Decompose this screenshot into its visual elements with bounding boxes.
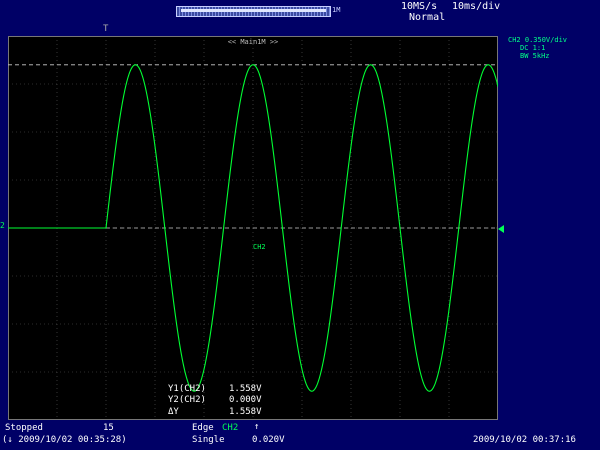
cursor-y2-value: 0.000V	[229, 395, 262, 405]
cursor-dy-value: 1.558V	[229, 407, 262, 417]
cursor-y1-label: Y1(CH2)	[168, 384, 206, 394]
acquisition-count: 15	[103, 423, 114, 433]
trigger-mode[interactable]: Single	[192, 436, 225, 445]
cursor-y1-value: 1.558V	[229, 384, 262, 394]
trigger-type[interactable]: Edge	[192, 424, 214, 433]
channel-info-panel[interactable]: CH2 0.350V/div DC 1:1 BW 5kHz	[508, 36, 567, 60]
trigger-level[interactable]: 0.020V	[252, 436, 285, 445]
memory-window-indicator	[181, 9, 326, 12]
trigger-position-marker[interactable]: T	[103, 25, 108, 34]
run-state[interactable]: Stopped	[5, 424, 43, 433]
status-bar: Stopped 15 Edge CH2 ↑ (↓ 2009/10/02 00:3…	[0, 422, 600, 450]
start-timestamp: (↓ 2009/10/02 00:35:28)	[2, 435, 127, 445]
sample-rate: 10MS/s	[401, 1, 438, 12]
channel-coupling: DC 1:1	[520, 44, 546, 52]
acquisition-mode[interactable]: Normal	[409, 13, 445, 23]
trace-channel-label: CH2	[253, 243, 266, 251]
time-per-division[interactable]: 10ms/div	[452, 2, 500, 12]
cursor-dy-label: ΔY	[168, 407, 179, 417]
channel-scale: CH2 0.350V/div	[508, 36, 568, 44]
trigger-slope-icon[interactable]: ↑	[254, 423, 259, 432]
memory-position-bar[interactable]	[176, 6, 331, 17]
waveform-display[interactable]: << Main1M >> CH2	[8, 36, 498, 420]
trigger-source[interactable]: CH2	[222, 424, 238, 433]
channel-bandwidth: BW 5kHz	[520, 52, 550, 60]
zoom-label: << Main1M >>	[228, 38, 279, 46]
trigger-level-marker[interactable]	[498, 225, 504, 233]
channel-ground-marker[interactable]: 2	[0, 222, 5, 230]
end-timestamp: 2009/10/02 00:37:16	[473, 435, 576, 445]
memory-length-label: 1M	[332, 6, 341, 14]
cursor-y2-label: Y2(CH2)	[168, 395, 206, 405]
cursor-lines	[8, 64, 498, 229]
